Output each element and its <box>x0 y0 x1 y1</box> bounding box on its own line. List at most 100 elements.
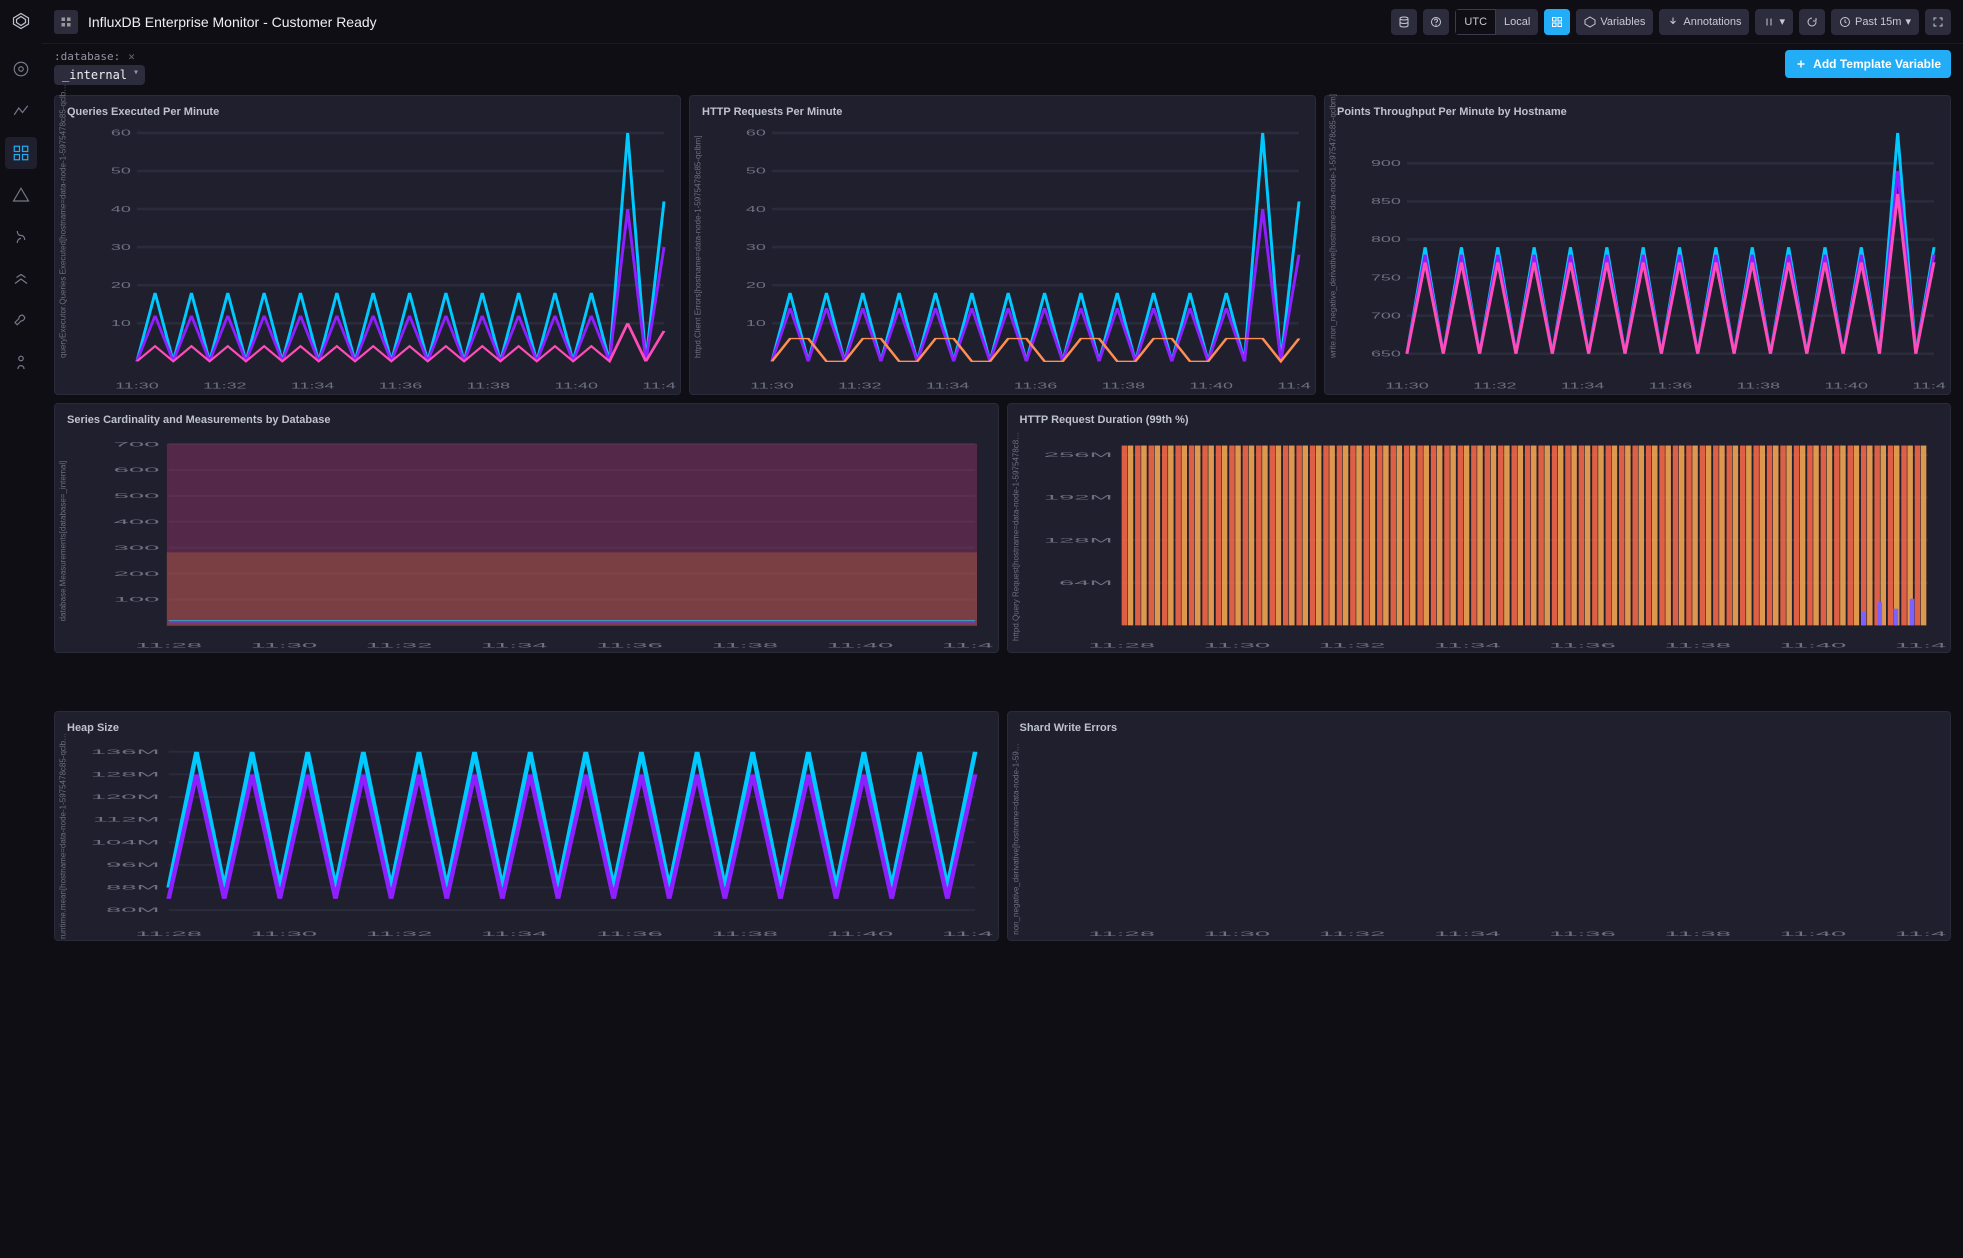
svg-text:11:32: 11:32 <box>203 381 247 390</box>
variables-button[interactable]: Variables <box>1576 9 1653 35</box>
tvar-select[interactable]: _internal <box>54 65 145 85</box>
svg-text:20: 20 <box>746 280 766 289</box>
database-icon[interactable] <box>1391 9 1417 35</box>
y-axis-label: httpd.Client Errors[hostname=data-node-1… <box>694 158 703 358</box>
panel-title: Shard Write Errors <box>1008 712 1951 738</box>
svg-text:20: 20 <box>111 280 131 289</box>
svg-text:100: 100 <box>114 596 160 603</box>
nav-config[interactable] <box>5 305 37 337</box>
nav-org[interactable] <box>5 263 37 295</box>
add-tvar-label: Add Template Variable <box>1813 57 1941 71</box>
svg-text:11:38: 11:38 <box>1664 642 1731 649</box>
tz-local[interactable]: Local <box>1496 9 1538 35</box>
panel-title: Series Cardinality and Measurements by D… <box>55 404 998 430</box>
svg-text:11:28: 11:28 <box>135 642 202 649</box>
svg-text:700: 700 <box>114 441 160 448</box>
svg-text:700: 700 <box>1371 311 1401 320</box>
nav-logs[interactable] <box>5 221 37 253</box>
panel-series-cardinality[interactable]: Series Cardinality and Measurements by D… <box>54 403 999 653</box>
topbar: InfluxDB Enterprise Monitor - Customer R… <box>42 0 1963 44</box>
svg-text:11:42: 11:42 <box>1894 642 1946 649</box>
svg-text:11:28: 11:28 <box>135 931 202 938</box>
svg-text:11:40: 11:40 <box>1824 381 1868 390</box>
svg-text:60: 60 <box>111 128 131 137</box>
svg-text:11:36: 11:36 <box>596 931 663 938</box>
refresh-button[interactable] <box>1799 9 1825 35</box>
svg-text:40: 40 <box>746 204 766 213</box>
panel-title: HTTP Request Duration (99th %) <box>1008 404 1951 430</box>
svg-text:11:30: 11:30 <box>251 931 318 938</box>
svg-text:112M: 112M <box>93 816 160 823</box>
panel-queries-executed[interactable]: Queries Executed Per Minute queryExecuto… <box>54 95 681 395</box>
y-axis-label: httpd.Query Request[hostname=data-node-1… <box>1011 441 1020 641</box>
svg-text:11:36: 11:36 <box>596 642 663 649</box>
y-axis-label: runtime.mean[hostname=data-node-1-597547… <box>59 739 68 939</box>
nav-alerts[interactable] <box>5 179 37 211</box>
panel-http-duration[interactable]: HTTP Request Duration (99th %) httpd.Que… <box>1007 403 1952 653</box>
panel-points-throughput[interactable]: Points Throughput Per Minute by Hostname… <box>1324 95 1951 395</box>
dashboard-grid: Queries Executed Per Minute queryExecuto… <box>42 85 1963 1258</box>
svg-text:11:30: 11:30 <box>115 381 159 390</box>
svg-text:11:36: 11:36 <box>1014 381 1058 390</box>
svg-text:30: 30 <box>746 242 766 251</box>
main: InfluxDB Enterprise Monitor - Customer R… <box>42 0 1963 1258</box>
svg-text:50: 50 <box>746 166 766 175</box>
annotations-label: Annotations <box>1683 16 1741 28</box>
svg-text:500: 500 <box>114 492 160 499</box>
time-range-button[interactable]: Past 15m▾ <box>1831 9 1919 35</box>
svg-text:11:36: 11:36 <box>1549 931 1616 938</box>
svg-text:200: 200 <box>114 570 160 577</box>
svg-text:11:32: 11:32 <box>838 381 882 390</box>
add-template-variable-button[interactable]: Add Template Variable <box>1785 50 1951 78</box>
svg-text:256M: 256M <box>1043 451 1112 458</box>
svg-text:11:30: 11:30 <box>250 642 317 649</box>
svg-text:80M: 80M <box>106 907 159 914</box>
panel-heap-size[interactable]: Heap Size runtime.mean[hostname=data-nod… <box>54 711 999 941</box>
svg-text:11:36: 11:36 <box>379 381 423 390</box>
nav-hosts[interactable] <box>5 53 37 85</box>
gear-icon[interactable]: ✕ <box>128 50 135 63</box>
tvar-label: :database: <box>54 50 120 63</box>
logo <box>6 6 36 36</box>
svg-text:96M: 96M <box>106 862 159 869</box>
time-range-label: Past 15m <box>1855 16 1901 28</box>
panel-title: Heap Size <box>55 712 998 738</box>
panel-http-requests[interactable]: HTTP Requests Per Minute httpd.Client Er… <box>689 95 1316 395</box>
svg-text:88M: 88M <box>106 884 159 891</box>
svg-text:11:42: 11:42 <box>1277 381 1311 390</box>
svg-text:650: 650 <box>1371 349 1401 358</box>
nav-dashboards[interactable] <box>5 137 37 169</box>
svg-text:11:36: 11:36 <box>1649 381 1693 390</box>
panel-title: HTTP Requests Per Minute <box>690 96 1315 122</box>
svg-text:11:42: 11:42 <box>942 931 994 938</box>
dashboard-icon <box>54 10 78 34</box>
timezone-toggle[interactable]: UTC Local <box>1455 9 1538 35</box>
panel-title: Queries Executed Per Minute <box>55 96 680 122</box>
annotations-button[interactable]: Annotations <box>1659 9 1749 35</box>
svg-text:11:38: 11:38 <box>1737 381 1781 390</box>
fullscreen-button[interactable] <box>1925 9 1951 35</box>
graph-tips-button[interactable] <box>1544 9 1570 35</box>
help-icon[interactable] <box>1423 9 1449 35</box>
svg-text:11:42: 11:42 <box>1912 381 1946 390</box>
svg-text:104M: 104M <box>91 839 160 846</box>
y-axis-label: write.non_negative_derivative[hostname=d… <box>1329 158 1338 358</box>
svg-text:11:42: 11:42 <box>1894 931 1946 938</box>
svg-text:11:32: 11:32 <box>1318 642 1385 649</box>
svg-text:10: 10 <box>746 318 766 327</box>
svg-text:750: 750 <box>1371 273 1401 282</box>
svg-text:900: 900 <box>1371 158 1401 167</box>
template-variable-bar: :database: ✕ _internal Add Template Vari… <box>42 44 1963 85</box>
svg-text:11:32: 11:32 <box>1473 381 1517 390</box>
y-axis-label: non_negative_derivative[hostname=data-no… <box>1011 739 1020 939</box>
svg-text:11:40: 11:40 <box>827 642 894 649</box>
autorefresh-button[interactable]: ▾ <box>1755 9 1793 35</box>
tz-utc[interactable]: UTC <box>1455 9 1496 35</box>
svg-text:11:32: 11:32 <box>366 642 433 649</box>
nav-admin[interactable] <box>5 347 37 379</box>
svg-text:11:32: 11:32 <box>366 931 433 938</box>
panel-shard-write-errors[interactable]: Shard Write Errors non_negative_derivati… <box>1007 711 1952 941</box>
svg-text:192M: 192M <box>1043 494 1112 501</box>
nav-explore[interactable] <box>5 95 37 127</box>
svg-text:850: 850 <box>1371 197 1401 206</box>
